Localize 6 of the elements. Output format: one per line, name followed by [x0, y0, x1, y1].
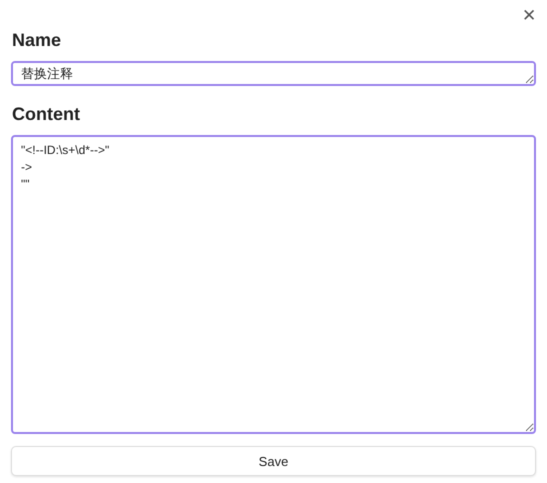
content-field[interactable]: "<!--ID:\s+\d*-->" -> "": [11, 135, 536, 434]
field-label: Content: [12, 104, 81, 125]
save-button[interactable]: Save: [11, 446, 536, 476]
field-label: Name: [12, 30, 62, 51]
name-field[interactable]: 替换注释: [11, 61, 536, 86]
close-button[interactable]: ✕: [518, 4, 540, 28]
